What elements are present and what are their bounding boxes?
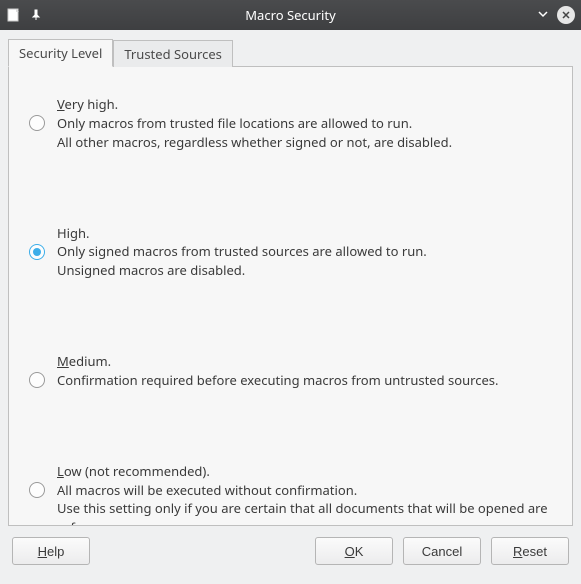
option-medium-label: Medium. Confirmation required before exe… (57, 352, 499, 390)
tab-bar: Security Level Trusted Sources (8, 38, 573, 66)
option-high-label: High. Only signed macros from trusted so… (57, 224, 427, 281)
button-bar: Help OK Cancel Reset (0, 526, 581, 584)
app-icon (6, 7, 22, 23)
option-low-label: Low (not recommended). All macros will b… (57, 462, 552, 526)
pin-icon[interactable] (28, 7, 44, 23)
close-button[interactable] (557, 6, 575, 24)
minimize-icon[interactable] (537, 6, 549, 24)
tab-security-level[interactable]: Security Level (8, 39, 113, 67)
option-high[interactable]: High. Only signed macros from trusted so… (29, 224, 552, 281)
radio-high[interactable] (29, 244, 45, 260)
titlebar: Macro Security (0, 0, 581, 30)
option-low[interactable]: Low (not recommended). All macros will b… (29, 462, 552, 526)
option-very-high-label: Very high. Only macros from trusted file… (57, 95, 452, 152)
option-medium[interactable]: Medium. Confirmation required before exe… (29, 352, 552, 390)
option-very-high[interactable]: Very high. Only macros from trusted file… (29, 95, 552, 152)
reset-button[interactable]: Reset (491, 537, 569, 565)
cancel-button[interactable]: Cancel (403, 537, 481, 565)
tab-panel-security-level: Very high. Only macros from trusted file… (8, 66, 573, 526)
window-title: Macro Security (0, 6, 581, 24)
radio-medium[interactable] (29, 372, 45, 388)
help-button[interactable]: Help (12, 537, 90, 565)
dialog-content: Security Level Trusted Sources Very high… (0, 30, 581, 526)
radio-very-high[interactable] (29, 115, 45, 131)
tab-trusted-sources[interactable]: Trusted Sources (113, 40, 233, 67)
ok-button[interactable]: OK (315, 537, 393, 565)
radio-low[interactable] (29, 482, 45, 498)
